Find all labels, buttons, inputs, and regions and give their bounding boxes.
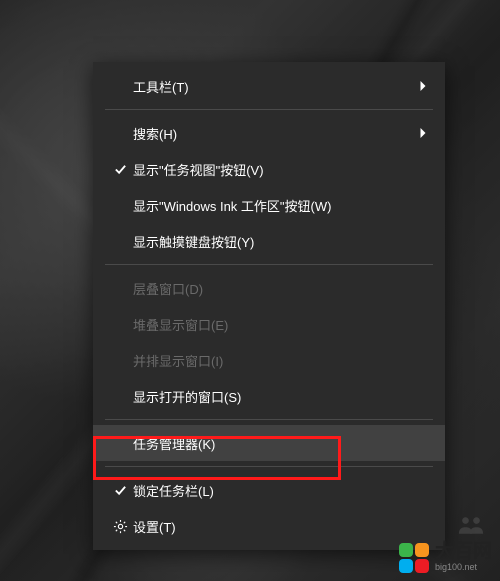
menu-label: 显示打开的窗口(S) (133, 387, 431, 406)
menu-separator (105, 109, 433, 110)
menu-item-touchkb[interactable]: 显示触摸键盘按钮(Y) (93, 223, 445, 259)
chevron-right-icon (415, 80, 431, 92)
chevron-right-icon (415, 127, 431, 139)
logo-sub-text: big100.net (435, 563, 492, 573)
menu-item-settings[interactable]: 设置(T) (93, 508, 445, 544)
gear-icon (107, 519, 133, 534)
menu-item-toolbars[interactable]: 工具栏(T) (93, 68, 445, 104)
menu-label: 并排显示窗口(I) (133, 351, 431, 370)
people-icon (457, 514, 485, 536)
logo-main-text: 大百网 (435, 542, 492, 563)
menu-label: 任务管理器(K) (133, 434, 431, 453)
menu-item-sidebyside: 并排显示窗口(I) (93, 342, 445, 378)
menu-label: 显示触摸键盘按钮(Y) (133, 232, 431, 251)
menu-label: 显示"Windows Ink 工作区"按钮(W) (133, 196, 431, 215)
menu-label: 显示"任务视图"按钮(V) (133, 160, 431, 179)
menu-item-ink[interactable]: 显示"Windows Ink 工作区"按钮(W) (93, 187, 445, 223)
menu-item-lock-taskbar[interactable]: 锁定任务栏(L) (93, 472, 445, 508)
taskbar-context-menu: 工具栏(T) 搜索(H) 显示"任务视图"按钮(V) 显示"Windows In… (93, 62, 445, 550)
menu-label: 堆叠显示窗口(E) (133, 315, 431, 334)
logo-text: 大百网 big100.net (435, 542, 492, 573)
menu-label: 工具栏(T) (133, 77, 415, 96)
logo-icon (399, 543, 429, 573)
menu-item-stacked: 堆叠显示窗口(E) (93, 306, 445, 342)
menu-label: 锁定任务栏(L) (133, 481, 431, 500)
menu-label: 设置(T) (133, 517, 431, 536)
menu-item-search[interactable]: 搜索(H) (93, 115, 445, 151)
menu-item-taskview[interactable]: 显示"任务视图"按钮(V) (93, 151, 445, 187)
menu-item-task-manager[interactable]: 任务管理器(K) (93, 425, 445, 461)
menu-separator (105, 466, 433, 467)
menu-label: 层叠窗口(D) (133, 279, 431, 298)
menu-separator (105, 419, 433, 420)
menu-item-show-desktop[interactable]: 显示打开的窗口(S) (93, 378, 445, 414)
menu-item-cascade: 层叠窗口(D) (93, 270, 445, 306)
menu-label: 搜索(H) (133, 124, 415, 143)
menu-separator (105, 264, 433, 265)
watermark-logo: 大百网 big100.net (399, 542, 492, 573)
check-icon (107, 484, 133, 497)
check-icon (107, 163, 133, 176)
